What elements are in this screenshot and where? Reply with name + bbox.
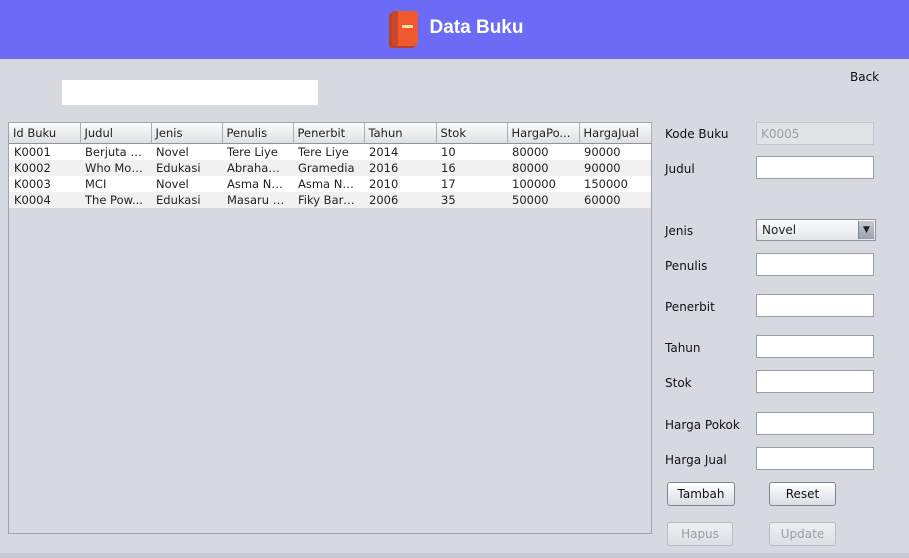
jenis-label: Jenis xyxy=(665,224,694,238)
table-cell: Abraham... xyxy=(222,160,293,176)
table-row[interactable]: K0002 Who Mov... Edukasi Abraham... Gram… xyxy=(9,160,651,176)
harga-pokok-field[interactable] xyxy=(756,412,874,435)
table-cell: K0004 xyxy=(9,192,80,208)
search-input[interactable] xyxy=(62,80,318,105)
table-cell: K0001 xyxy=(9,143,80,160)
table-cell: Berjuta R... xyxy=(80,143,151,160)
kode-buku-field xyxy=(756,122,874,145)
table-cell: 90000 xyxy=(579,160,651,176)
table-cell: 2016 xyxy=(364,160,436,176)
column-header[interactable]: Stok xyxy=(436,123,508,144)
table-cell: 100000 xyxy=(507,176,579,192)
table-cell: Masaru E... xyxy=(222,192,293,208)
penulis-field[interactable] xyxy=(756,253,874,276)
column-header[interactable]: Tahun xyxy=(364,123,437,144)
chevron-down-icon[interactable]: ▼ xyxy=(858,221,874,239)
table-cell: K0002 xyxy=(9,160,80,176)
table-cell: Fiky Baro... xyxy=(293,192,364,208)
table-cell: Gramedia xyxy=(293,160,364,176)
column-header[interactable]: Jenis xyxy=(151,123,223,144)
tahun-label: Tahun xyxy=(665,341,701,355)
table-cell: K0003 xyxy=(9,176,80,192)
table-cell: Asma Na... xyxy=(293,176,364,192)
column-header[interactable]: Judul xyxy=(80,123,152,144)
kode-buku-label: Kode Buku xyxy=(665,127,729,141)
book-table: Id Buku Judul Jenis Penulis Penerbit Tah… xyxy=(8,122,652,534)
table-cell: 2014 xyxy=(364,143,436,160)
judul-field[interactable] xyxy=(756,156,874,179)
stok-field[interactable] xyxy=(756,370,874,393)
stok-label: Stok xyxy=(665,376,692,390)
window-bottom-edge xyxy=(0,553,909,558)
table-cell: 50000 xyxy=(507,192,579,208)
column-header[interactable]: Id Buku xyxy=(9,123,81,144)
table-cell: Asma Na... xyxy=(222,176,293,192)
reset-button[interactable]: Reset xyxy=(769,482,836,506)
table-cell: 10 xyxy=(436,143,507,160)
table-cell: Novel xyxy=(151,176,222,192)
table-cell: 150000 xyxy=(579,176,651,192)
column-header[interactable]: HargaJual xyxy=(579,123,652,144)
table-cell: Novel xyxy=(151,143,222,160)
table-cell: 2010 xyxy=(364,176,436,192)
penerbit-field[interactable] xyxy=(756,294,874,317)
judul-label: Judul xyxy=(665,162,695,176)
table-cell: Edukasi xyxy=(151,192,222,208)
tambah-button[interactable]: Tambah xyxy=(667,482,735,506)
column-header[interactable]: HargaPo... xyxy=(507,123,580,144)
table-cell: Tere Liye xyxy=(222,143,293,160)
table-cell: 17 xyxy=(436,176,507,192)
column-header[interactable]: Penulis xyxy=(222,123,294,144)
table-row[interactable]: K0004 The Pow... Edukasi Masaru E... Fik… xyxy=(9,192,651,208)
table-cell: MCI xyxy=(80,176,151,192)
penerbit-label: Penerbit xyxy=(665,300,715,314)
book-icon xyxy=(388,10,418,48)
table-cell: 2006 xyxy=(364,192,436,208)
tahun-field[interactable] xyxy=(756,335,874,358)
harga-pokok-label: Harga Pokok xyxy=(665,418,740,432)
table-cell: Edukasi xyxy=(151,160,222,176)
app-header: Data Buku xyxy=(0,0,909,59)
table-cell: The Pow... xyxy=(80,192,151,208)
jenis-select[interactable]: Novel ▼ xyxy=(756,219,876,241)
hapus-button[interactable]: Hapus xyxy=(667,522,733,546)
table-row[interactable]: K0001 Berjuta R... Novel Tere Liye Tere … xyxy=(9,143,651,160)
penulis-label: Penulis xyxy=(665,259,708,273)
table-cell: Who Mov... xyxy=(80,160,151,176)
back-link[interactable]: Back xyxy=(850,70,879,84)
table-cell: Tere Liye xyxy=(293,143,364,160)
table-cell: 80000 xyxy=(507,143,579,160)
update-button[interactable]: Update xyxy=(769,522,836,546)
harga-jual-label: Harga Jual xyxy=(665,453,727,467)
table-header-row: Id Buku Judul Jenis Penulis Penerbit Tah… xyxy=(9,123,652,144)
page-title: Data Buku xyxy=(429,16,524,38)
table-cell: 60000 xyxy=(579,192,651,208)
column-header[interactable]: Penerbit xyxy=(293,123,365,144)
table-cell: 80000 xyxy=(507,160,579,176)
table-row[interactable]: K0003 MCI Novel Asma Na... Asma Na... 20… xyxy=(9,176,651,192)
table-cell: 16 xyxy=(436,160,507,176)
harga-jual-field[interactable] xyxy=(756,447,874,470)
table-cell: 90000 xyxy=(579,143,651,160)
jenis-selected-value: Novel xyxy=(762,223,797,237)
table-cell: 35 xyxy=(436,192,507,208)
